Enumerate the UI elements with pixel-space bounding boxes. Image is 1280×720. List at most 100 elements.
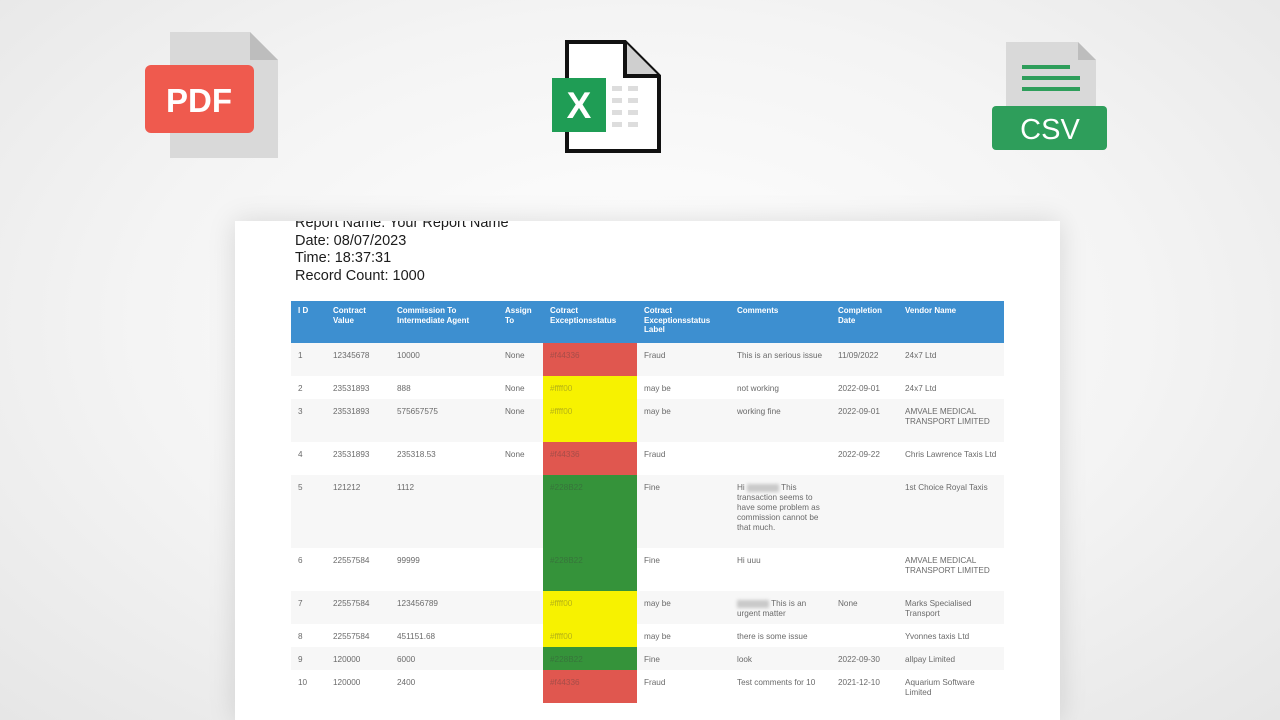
- cell-commission: 10000: [390, 343, 498, 376]
- cell-exception-label: Fraud: [637, 343, 730, 376]
- cell-contract-value: 120000: [326, 670, 390, 703]
- cell-comments: look: [730, 647, 831, 670]
- cell-commission: 451151.68: [390, 624, 498, 647]
- table-row: 8 22557584 451151.68 #ffff00 may be there is …: [291, 624, 1004, 647]
- cell-contract-value: 23531893: [326, 376, 390, 399]
- column-header-comments: Comments: [730, 301, 831, 343]
- csv-export-icon[interactable]: CSV: [992, 42, 1108, 152]
- cell-exception-status: #ffff00: [543, 624, 637, 647]
- cell-comments: This is an urgent matter: [730, 591, 831, 624]
- table-row: 7 22557584 123456789 #ffff00 may be This is …: [291, 591, 1004, 624]
- cell-assign-to: [498, 475, 543, 548]
- column-header-vendor-name: Vendor Name: [898, 301, 1004, 343]
- cell-exception-status: #ffff00: [543, 376, 637, 399]
- cell-comments: Hi uuu: [730, 548, 831, 591]
- cell-commission: 575657575: [390, 399, 498, 442]
- cell-assign-to: None: [498, 343, 543, 376]
- cell-vendor-name: Chris Lawrence Taxis Ltd: [898, 442, 1004, 475]
- cell-commission: 888: [390, 376, 498, 399]
- cell-completion-date: 2022-09-30: [831, 647, 898, 670]
- cell-exception-status: #f44336: [543, 670, 637, 703]
- cell-exception-label: Fine: [637, 548, 730, 591]
- cell-assign-to: [498, 548, 543, 591]
- table-header-row: I D Contract Value Commission To Interme…: [291, 301, 1004, 343]
- cell-id: 8: [291, 624, 326, 647]
- report-record-count: Record Count: 1000: [295, 267, 425, 284]
- cell-vendor-name: 24x7 Ltd: [898, 376, 1004, 399]
- cell-comments: working fine: [730, 399, 831, 442]
- cell-exception-status: #ffff00: [543, 591, 637, 624]
- cell-exception-status: #f44336: [543, 442, 637, 475]
- cell-exception-status: #228B22: [543, 647, 637, 670]
- cell-completion-date: [831, 624, 898, 647]
- cell-assign-to: None: [498, 376, 543, 399]
- cell-exception-label: Fine: [637, 475, 730, 548]
- report-sheet: Report Name: Your Report Name Date: 08/0…: [235, 221, 1060, 720]
- cell-id: 9: [291, 647, 326, 670]
- table-row: 5 121212 1112 #228B22 Fine Hi This transactio…: [291, 475, 1004, 548]
- redacted-name: [737, 599, 769, 608]
- report-time: Time: 18:37:31: [295, 250, 392, 266]
- pdf-export-icon[interactable]: PDF: [145, 32, 280, 160]
- column-header-commission: Commission To Intermediate Agent: [390, 301, 498, 343]
- column-header-id: I D: [291, 301, 326, 343]
- cell-id: 10: [291, 670, 326, 703]
- cell-vendor-name: Marks Specialised Transport: [898, 591, 1004, 624]
- cell-exception-label: may be: [637, 624, 730, 647]
- cell-comments: Test comments for 10: [730, 670, 831, 703]
- cell-comments: [730, 442, 831, 475]
- cell-completion-date: 2021-12-10: [831, 670, 898, 703]
- cell-contract-value: 22557584: [326, 624, 390, 647]
- cell-commission: 235318.53: [390, 442, 498, 475]
- table-row: 4 23531893 235318.53 None #f44336 Fraud 2022-0…: [291, 442, 1004, 475]
- column-header-exception-label: Cotract Exceptionsstatus Label: [637, 301, 730, 343]
- cell-completion-date: 11/09/2022: [831, 343, 898, 376]
- cell-id: 4: [291, 442, 326, 475]
- cell-vendor-name: Aquarium Software Limited: [898, 670, 1004, 703]
- cell-contract-value: 120000: [326, 647, 390, 670]
- cell-id: 7: [291, 591, 326, 624]
- cell-comments: not working: [730, 376, 831, 399]
- pdf-page-fold: [250, 32, 278, 60]
- cell-exception-label: Fraud: [637, 670, 730, 703]
- table-row: 10 120000 2400 #f44336 Fraud Test comments fo…: [291, 670, 1004, 703]
- cell-assign-to: [498, 647, 543, 670]
- cell-commission: 2400: [390, 670, 498, 703]
- cell-commission: 99999: [390, 548, 498, 591]
- cell-exception-label: may be: [637, 376, 730, 399]
- cell-contract-value: 22557584: [326, 591, 390, 624]
- report-date: Date: 08/07/2023: [295, 232, 407, 249]
- excel-export-icon[interactable]: X: [550, 40, 662, 154]
- report-name: Report Name: Your Report Name: [295, 221, 509, 231]
- cell-completion-date: 2022-09-01: [831, 399, 898, 442]
- cell-completion-date: None: [831, 591, 898, 624]
- cell-id: 6: [291, 548, 326, 591]
- cell-id: 3: [291, 399, 326, 442]
- redacted-name: [747, 483, 780, 492]
- column-header-completion-date: Completion Date: [831, 301, 898, 343]
- cell-completion-date: [831, 548, 898, 591]
- cell-contract-value: 23531893: [326, 399, 390, 442]
- cell-exception-status: #228B22: [543, 475, 637, 548]
- cell-exception-label: may be: [637, 591, 730, 624]
- excel-icon-label: X: [567, 85, 592, 126]
- cell-comments: Hi This transaction seems to have some p…: [730, 475, 831, 548]
- table-row: 3 23531893 575657575 None #ffff00 may be worki…: [291, 399, 1004, 442]
- comment-prefix: Hi: [737, 483, 745, 492]
- cell-exception-status: #f44336: [543, 343, 637, 376]
- cell-exception-label: Fraud: [637, 442, 730, 475]
- csv-icon-label: CSV: [1020, 114, 1080, 146]
- cell-assign-to: None: [498, 399, 543, 442]
- cell-comments: there is some issue: [730, 624, 831, 647]
- column-header-assign-to: Assign To: [498, 301, 543, 343]
- table-row: 2 23531893 888 None #ffff00 may be not working…: [291, 376, 1004, 399]
- table-body: 1 12345678 10000 None #f44336 Fraud This is an…: [291, 343, 1004, 703]
- cell-id: 1: [291, 343, 326, 376]
- cell-completion-date: 2022-09-22: [831, 442, 898, 475]
- cell-vendor-name: AMVALE MEDICAL TRANSPORT LIMITED: [898, 548, 1004, 591]
- cell-contract-value: 22557584: [326, 548, 390, 591]
- cell-id: 2: [291, 376, 326, 399]
- cell-id: 5: [291, 475, 326, 548]
- cell-contract-value: 23531893: [326, 442, 390, 475]
- cell-exception-label: may be: [637, 399, 730, 442]
